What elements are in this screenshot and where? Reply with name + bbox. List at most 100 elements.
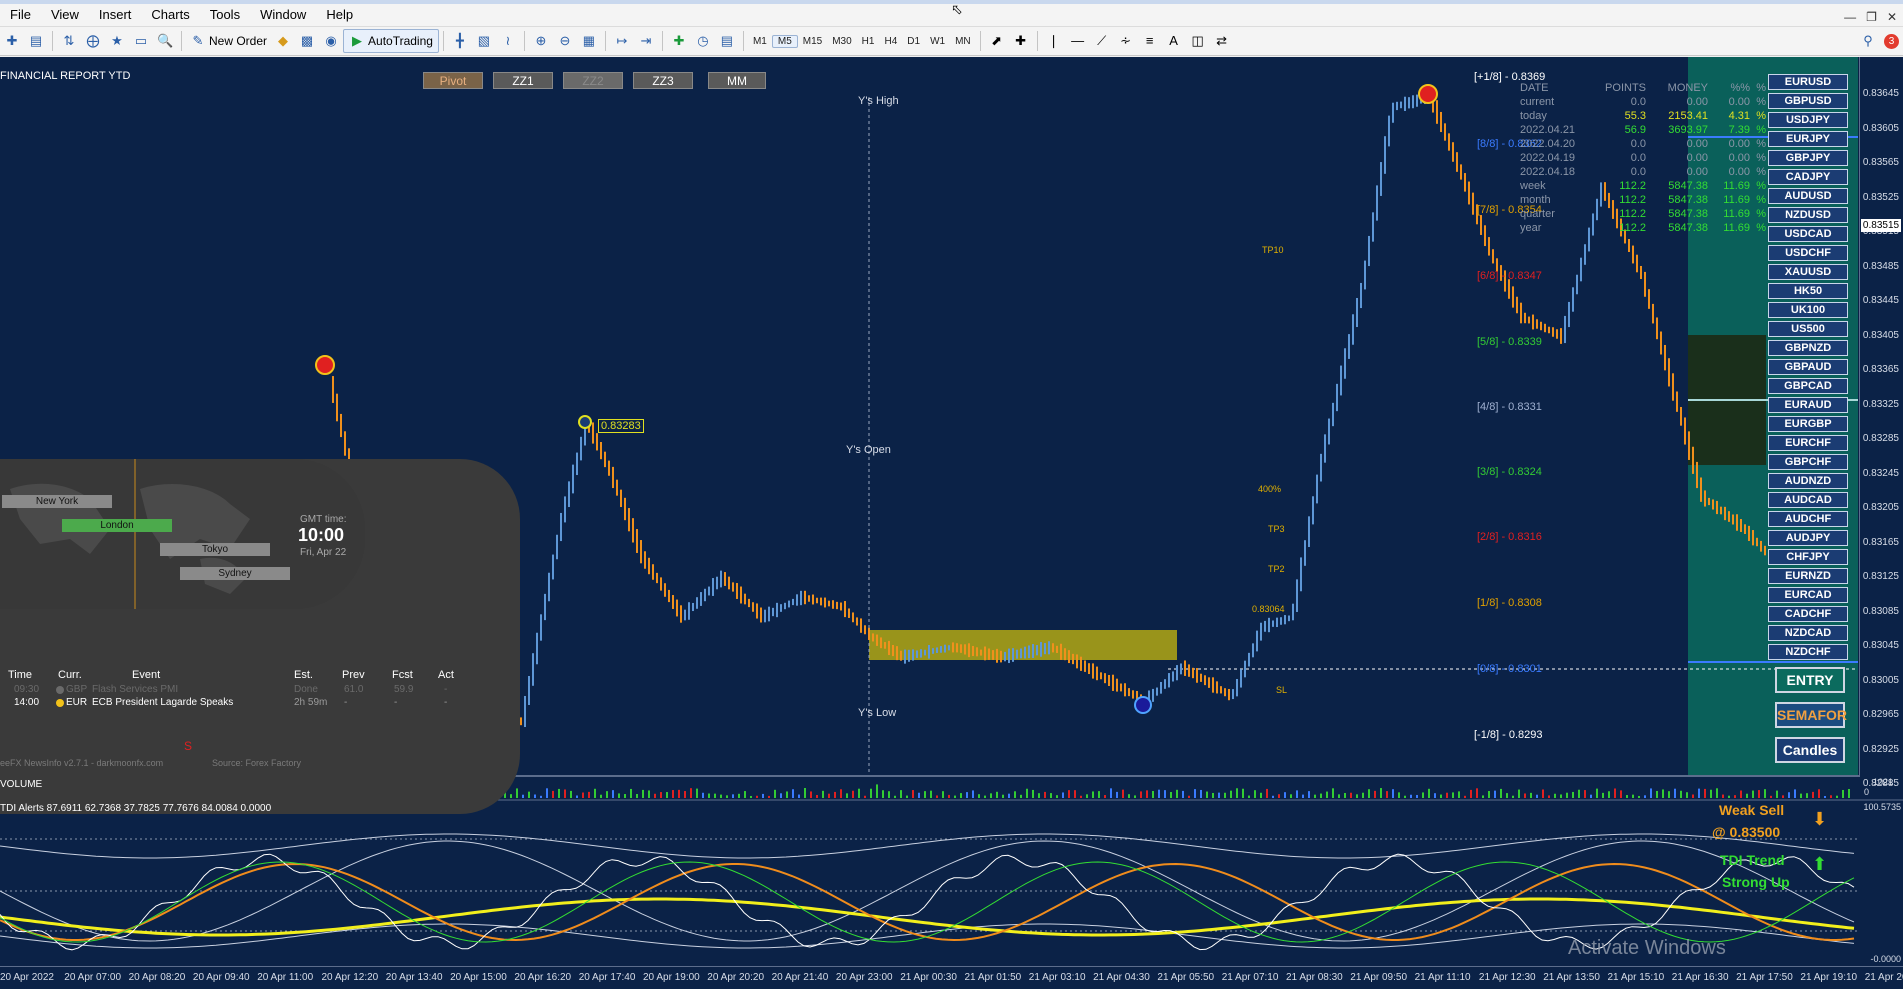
timeframe-h1[interactable]: H1	[857, 36, 880, 47]
trendline-button[interactable]: ⟋	[1090, 29, 1114, 53]
symbol-button-nzdcad[interactable]: NZDCAD	[1768, 625, 1848, 641]
mm-button[interactable]: MM	[708, 72, 766, 89]
timeframe-h4[interactable]: H4	[879, 36, 902, 47]
text-label-button[interactable]: ◫	[1186, 29, 1210, 53]
symbol-button-cadjpy[interactable]: CADJPY	[1768, 169, 1848, 185]
tile-windows-button[interactable]: ▦	[577, 29, 601, 53]
menu-window[interactable]: Window	[250, 4, 316, 26]
symbol-button-eurjpy[interactable]: EURJPY	[1768, 131, 1848, 147]
zz2-button[interactable]: ZZ2	[563, 72, 623, 89]
symbol-button-eurgbp[interactable]: EURGBP	[1768, 416, 1848, 432]
templates-button[interactable]: ▤	[715, 29, 739, 53]
menu-view[interactable]: View	[41, 4, 89, 26]
cursor-tool-button[interactable]: ⬈	[985, 29, 1009, 53]
zz3-button[interactable]: ZZ3	[633, 72, 693, 89]
volume-bar	[1626, 795, 1628, 798]
volume-bar	[564, 789, 566, 798]
text-tool-button[interactable]: A	[1162, 29, 1186, 53]
symbol-button-gbpjpy[interactable]: GBPJPY	[1768, 150, 1848, 166]
menu-charts[interactable]: Charts	[141, 4, 199, 26]
notifications-button[interactable]: 3	[1880, 29, 1903, 53]
symbol-button-gbpusd[interactable]: GBPUSD	[1768, 93, 1848, 109]
symbol-button-nzdusd[interactable]: NZDUSD	[1768, 207, 1848, 223]
candle	[608, 460, 610, 476]
vertical-line-button[interactable]: ❘	[1042, 29, 1066, 53]
arrows-button[interactable]: ⇄	[1210, 29, 1234, 53]
symbol-button-us500[interactable]: US500	[1768, 321, 1848, 337]
symbol-button-audnzd[interactable]: AUDNZD	[1768, 473, 1848, 489]
terminal-button[interactable]: ▭	[129, 29, 153, 53]
timeframe-mn[interactable]: MN	[950, 36, 976, 47]
volume-bar	[1110, 788, 1112, 798]
symbol-button-uk100[interactable]: UK100	[1768, 302, 1848, 318]
autoscroll-button[interactable]: ↦	[610, 29, 634, 53]
market-button[interactable]: ◉	[319, 29, 343, 53]
symbol-button-usdchf[interactable]: USDCHF	[1768, 245, 1848, 261]
symbol-button-eurnzd[interactable]: EURNZD	[1768, 568, 1848, 584]
new-chart-button[interactable]: ✚	[0, 29, 24, 53]
strategy-tester-button[interactable]: 🔍	[153, 29, 177, 53]
pivot-button[interactable]: Pivot	[423, 72, 483, 89]
signals-button[interactable]: ▩	[295, 29, 319, 53]
restore-icon[interactable]: ❐	[1866, 10, 1877, 24]
entry-button[interactable]: ENTRY	[1775, 667, 1845, 693]
timeframe-m1[interactable]: M1	[748, 36, 772, 47]
candle-chart-button[interactable]: ▧	[472, 29, 496, 53]
symbol-button-audcad[interactable]: AUDCAD	[1768, 492, 1848, 508]
bar-chart-button[interactable]: ╋	[448, 29, 472, 53]
minimize-icon[interactable]: —	[1844, 10, 1856, 24]
price-chart[interactable]: FINANCIAL REPORT YTD Pivot ZZ1 ZZ2 ZZ3 M…	[0, 57, 1903, 989]
symbol-button-hk50[interactable]: HK50	[1768, 283, 1848, 299]
periods-button[interactable]: ◷	[691, 29, 715, 53]
symbol-button-gbpchf[interactable]: GBPCHF	[1768, 454, 1848, 470]
symbol-button-euraud[interactable]: EURAUD	[1768, 397, 1848, 413]
timeframe-m5[interactable]: M5	[771, 34, 798, 48]
symbol-button-eurcad[interactable]: EURCAD	[1768, 587, 1848, 603]
symbol-button-eurchf[interactable]: EURCHF	[1768, 435, 1848, 451]
chart-shift-button[interactable]: ⇥	[634, 29, 658, 53]
new-order-button[interactable]: ✎ New Order	[186, 29, 271, 53]
timeframe-w1[interactable]: W1	[925, 36, 950, 47]
menu-insert[interactable]: Insert	[89, 4, 142, 26]
metaeditor-button[interactable]: ◆	[271, 29, 295, 53]
symbol-button-usdcad[interactable]: USDCAD	[1768, 226, 1848, 242]
search-button[interactable]: ⚲	[1856, 29, 1880, 53]
symbol-button-cadchf[interactable]: CADCHF	[1768, 606, 1848, 622]
symbol-button-audjpy[interactable]: AUDJPY	[1768, 530, 1848, 546]
autotrading-button[interactable]: ▶ AutoTrading	[343, 29, 439, 53]
candles-button[interactable]: Candles	[1775, 737, 1845, 763]
semafor-button[interactable]: SEMAFOR	[1775, 702, 1847, 728]
symbol-button-usdjpy[interactable]: USDJPY	[1768, 112, 1848, 128]
candle	[556, 534, 558, 560]
profiles-button[interactable]: ▤	[24, 29, 48, 53]
timeframe-d1[interactable]: D1	[902, 36, 925, 47]
line-chart-button[interactable]: ≀	[496, 29, 520, 53]
time-axis-label: 20 Apr 19:00	[643, 972, 700, 983]
navigator-button[interactable]: ★	[105, 29, 129, 53]
symbol-button-gbpaud[interactable]: GBPAUD	[1768, 359, 1848, 375]
timeframe-m15[interactable]: M15	[798, 36, 827, 47]
symbol-button-nzdchf[interactable]: NZDCHF	[1768, 644, 1848, 660]
channel-button[interactable]: ∻	[1114, 29, 1138, 53]
fibonacci-button[interactable]: ≡	[1138, 29, 1162, 53]
market-watch-button[interactable]: ⇅	[57, 29, 81, 53]
data-window-button[interactable]: ⨁	[81, 29, 105, 53]
zoom-out-button[interactable]: ⊖	[553, 29, 577, 53]
close-icon[interactable]: ✕	[1887, 10, 1897, 24]
crosshair-tool-button[interactable]: ✚	[1009, 29, 1033, 53]
symbol-button-gbpcad[interactable]: GBPCAD	[1768, 378, 1848, 394]
symbol-button-eurusd[interactable]: EURUSD	[1768, 74, 1848, 90]
symbol-button-xauusd[interactable]: XAUUSD	[1768, 264, 1848, 280]
menu-help[interactable]: Help	[316, 4, 363, 26]
timeframe-m30[interactable]: M30	[827, 36, 856, 47]
menu-tools[interactable]: Tools	[200, 4, 250, 26]
symbol-button-audchf[interactable]: AUDCHF	[1768, 511, 1848, 527]
symbol-button-gbpnzd[interactable]: GBPNZD	[1768, 340, 1848, 356]
symbol-button-chfjpy[interactable]: CHFJPY	[1768, 549, 1848, 565]
zz1-button[interactable]: ZZ1	[493, 72, 553, 89]
indicators-button[interactable]: ✚	[667, 29, 691, 53]
horizontal-line-button[interactable]: —	[1066, 29, 1090, 53]
menu-file[interactable]: File	[0, 4, 41, 26]
zoom-in-button[interactable]: ⊕	[529, 29, 553, 53]
symbol-button-audusd[interactable]: AUDUSD	[1768, 188, 1848, 204]
